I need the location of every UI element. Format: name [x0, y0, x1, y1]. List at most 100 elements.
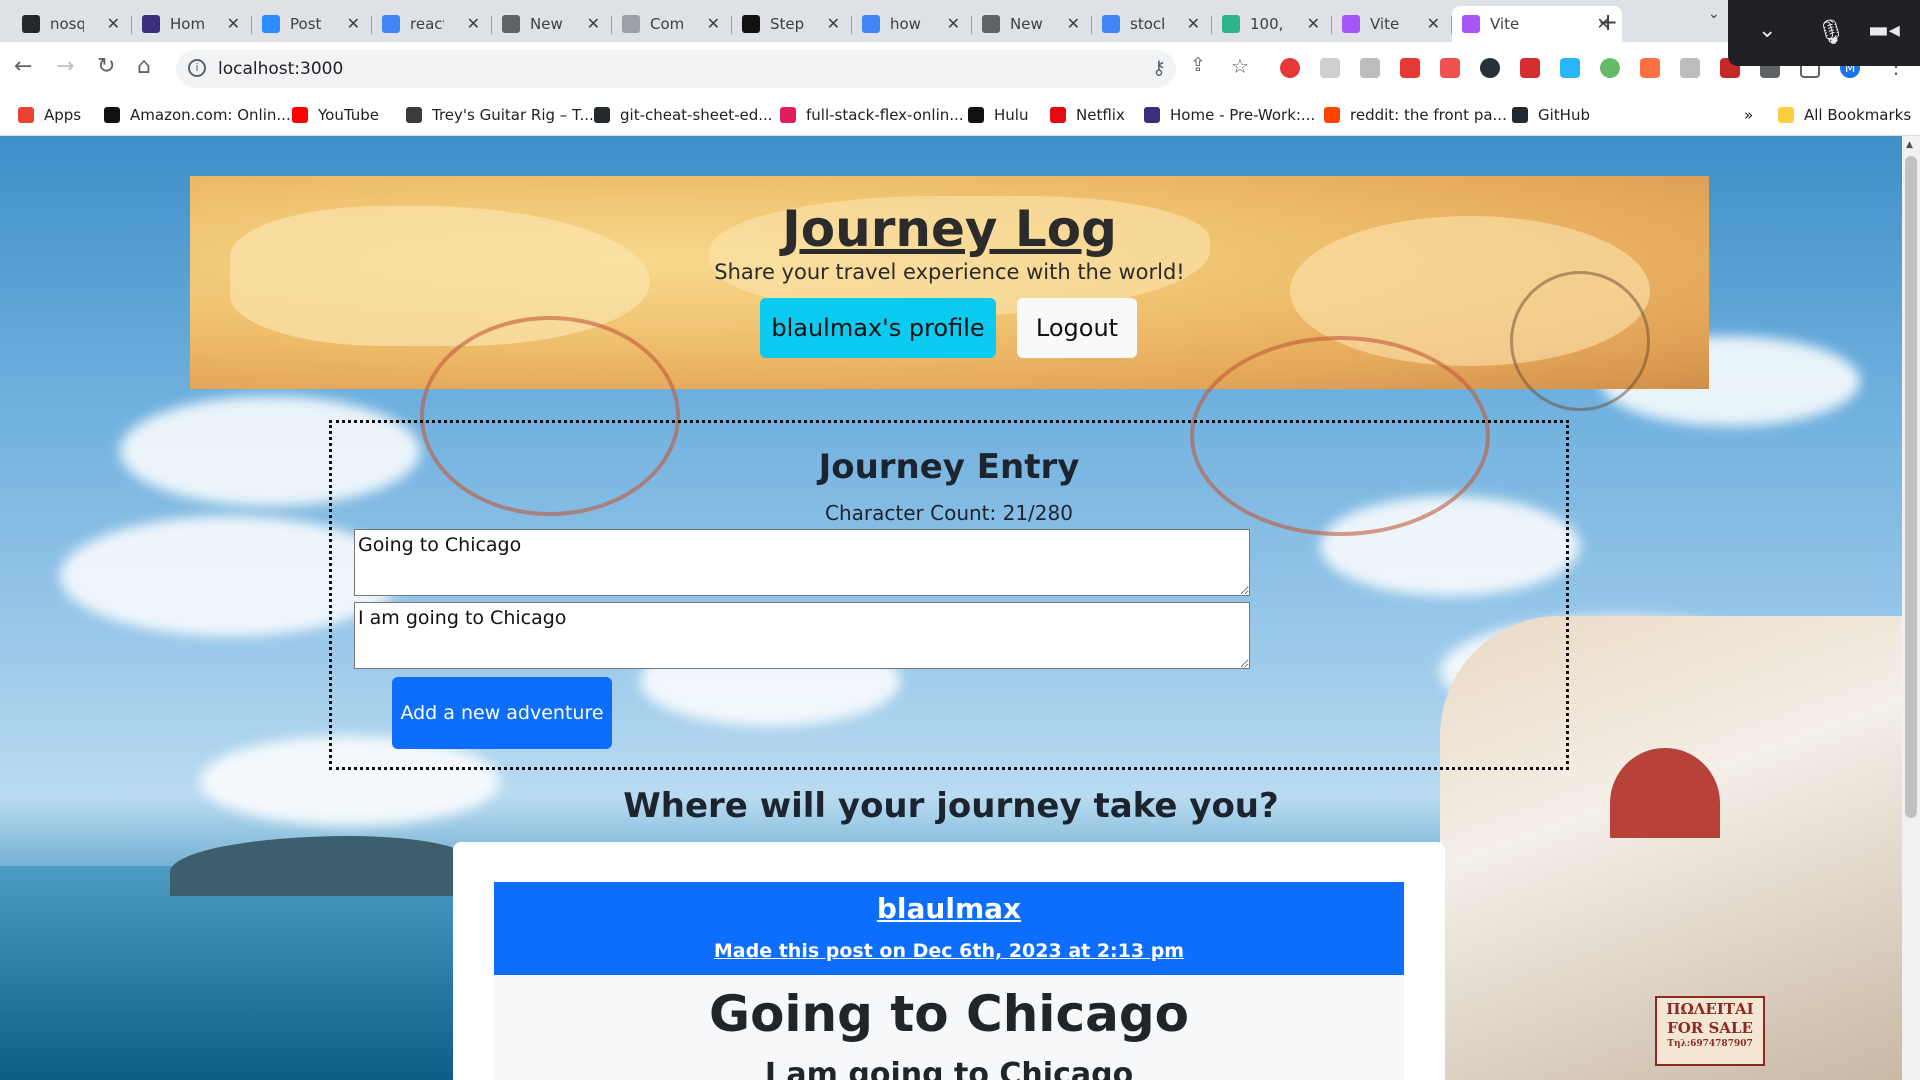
- tab-10[interactable]: 100,0 ✕: [1212, 6, 1332, 42]
- tab-close-icon[interactable]: ✕: [1307, 14, 1320, 33]
- bookmark-label: Hulu: [994, 106, 1029, 124]
- bookmark-item[interactable]: Apps: [18, 106, 81, 124]
- tab-7[interactable]: how t ✕: [852, 6, 972, 42]
- share-icon[interactable]: ⇪: [1190, 54, 1206, 76]
- microphone-icon[interactable]: 🎙: [1816, 18, 1846, 46]
- url-text[interactable]: localhost:3000: [218, 59, 343, 79]
- password-key-icon[interactable]: ⚷: [1152, 57, 1166, 79]
- reload-icon[interactable]: ↻: [97, 54, 115, 79]
- extension-icon[interactable]: [1320, 58, 1340, 78]
- tab-label: how t: [890, 15, 924, 33]
- logout-button[interactable]: Logout: [1017, 298, 1137, 358]
- entry-body-textarea[interactable]: I am going to Chicago: [354, 602, 1250, 669]
- post-username-link[interactable]: blaulmax: [494, 892, 1404, 925]
- shield-extension-icon[interactable]: [1400, 58, 1420, 78]
- tab-9[interactable]: stock ✕: [1092, 6, 1212, 42]
- tab-close-icon[interactable]: ✕: [707, 14, 720, 33]
- tab-0[interactable]: nosql ✕: [12, 6, 132, 42]
- bookmark-label: GitHub: [1538, 106, 1590, 124]
- tab-close-icon[interactable]: ✕: [1427, 14, 1440, 33]
- bookmark-item[interactable]: git-cheat-sheet-ed...: [594, 106, 773, 124]
- google-icon: [1102, 15, 1120, 33]
- bookmarks-overflow-chevron[interactable]: »: [1744, 106, 1753, 124]
- bookmark-item[interactable]: Netflix: [1050, 106, 1125, 124]
- journey-entry-form: Journey Entry Character Count: 21/280 Go…: [329, 420, 1569, 770]
- post-text: I am going to Chicago: [764, 1057, 1134, 1080]
- tab-label: New: [530, 15, 563, 33]
- site-info-icon[interactable]: i: [188, 59, 206, 77]
- bookmark-label: Trey's Guitar Rig – T...: [432, 106, 594, 124]
- video-camera-icon[interactable]: ▬◂: [1868, 18, 1900, 43]
- bookmark-item[interactable]: Hulu: [968, 106, 1028, 124]
- add-adventure-button[interactable]: Add a new adventure: [392, 677, 612, 749]
- tab-4[interactable]: New ✕: [492, 6, 612, 42]
- tab-close-icon[interactable]: ✕: [467, 14, 480, 33]
- tab-close-icon[interactable]: ✕: [1067, 14, 1080, 33]
- media-controls-panel: ⌄ 🎙 ▬◂: [1728, 0, 1920, 66]
- profile-button[interactable]: blaulmax's profile: [760, 298, 996, 358]
- bookmark-item[interactable]: Home - Pre-Work:...: [1144, 106, 1315, 124]
- zoom-icon: [262, 15, 280, 33]
- bookmark-star-icon[interactable]: ☆: [1231, 54, 1249, 78]
- globe-extension-icon[interactable]: [1480, 58, 1500, 78]
- bookmark-item[interactable]: Amazon.com: Onlin...: [104, 106, 291, 124]
- tab-close-icon[interactable]: ✕: [587, 14, 600, 33]
- entry-heading: Journey Entry: [818, 447, 1080, 487]
- address-bar[interactable]: i localhost:3000 ⚷: [176, 50, 1176, 88]
- tab-2[interactable]: Post A ✕: [252, 6, 372, 42]
- notion-icon: [142, 15, 160, 33]
- site-title[interactable]: Journey Log: [190, 200, 1709, 258]
- tab-close-icon[interactable]: ✕: [1187, 14, 1200, 33]
- all-bookmarks-button[interactable]: All Bookmarks: [1778, 106, 1911, 124]
- scroll-up-arrow-icon[interactable]: ▲: [1906, 140, 1913, 150]
- leaf-extension-icon[interactable]: [1680, 58, 1700, 78]
- bookmark-label: Home - Pre-Work:...: [1170, 106, 1316, 124]
- chevron-down-icon[interactable]: ⌄: [1758, 18, 1776, 43]
- tab-close-icon[interactable]: ✕: [827, 14, 840, 33]
- bookmark-item[interactable]: full-stack-flex-onlin...: [780, 106, 964, 124]
- tab-5[interactable]: Comp ✕: [612, 6, 732, 42]
- tab-close-icon[interactable]: ✕: [227, 14, 240, 33]
- tab-8[interactable]: New ✕: [972, 6, 1092, 42]
- pdf-extension-icon[interactable]: [1520, 58, 1540, 78]
- tab-6[interactable]: Step- ✕: [732, 6, 852, 42]
- bookmark-item[interactable]: GitHub: [1512, 106, 1590, 124]
- bookmark-item[interactable]: reddit: the front pa...: [1324, 106, 1507, 124]
- new-tab-button[interactable]: +: [1598, 8, 1618, 36]
- tab-close-icon[interactable]: ✕: [347, 14, 360, 33]
- tab-close-icon[interactable]: ✕: [947, 14, 960, 33]
- all-bookmarks-label: All Bookmarks: [1804, 106, 1912, 124]
- back-arrow-icon[interactable]: ←: [14, 54, 32, 79]
- tab-label: New: [1010, 15, 1043, 33]
- tab-label: Vite: [1370, 15, 1400, 33]
- tab-search-chevron-icon[interactable]: ⌄: [1708, 6, 1720, 22]
- entry-title-textarea[interactable]: Going to Chicago: [354, 529, 1250, 596]
- tab-label: Step-: [770, 15, 804, 33]
- page-scrollbar[interactable]: ▲: [1902, 136, 1920, 1080]
- batman-icon: [742, 15, 760, 33]
- post-date-link[interactable]: Made this post on Dec 6th, 2023 at 2:13 …: [494, 940, 1404, 962]
- camera-extension-icon[interactable]: [1560, 58, 1580, 78]
- tab-label: 100,0: [1250, 15, 1284, 33]
- color-extension-icon[interactable]: [1600, 58, 1620, 78]
- google-icon: [382, 15, 400, 33]
- tab-close-icon[interactable]: ✕: [107, 14, 120, 33]
- css-extension-icon[interactable]: [1360, 58, 1380, 78]
- bookmark-label: Amazon.com: Onlin...: [130, 106, 291, 124]
- tab-3[interactable]: react ✕: [372, 6, 492, 42]
- bookmark-item[interactable]: Trey's Guitar Rig – T...: [406, 106, 594, 124]
- scrollbar-thumb[interactable]: [1905, 156, 1917, 818]
- tab-12[interactable]: Vite ✕: [1452, 6, 1622, 42]
- vite-icon: [1342, 15, 1360, 33]
- forward-arrow-icon[interactable]: →: [56, 54, 74, 79]
- home-icon[interactable]: ⌂: [137, 54, 151, 79]
- tab-1[interactable]: Home ✕: [132, 6, 252, 42]
- browser-tab-strip: nosql✕Home✕Post A✕react✕New✕Comp✕Step-✕h…: [0, 0, 1920, 42]
- tab-11[interactable]: Vite ✕: [1332, 6, 1452, 42]
- opera-extension-icon[interactable]: [1280, 58, 1300, 78]
- pocket-extension-icon[interactable]: [1440, 58, 1460, 78]
- bookmark-item[interactable]: YouTube: [292, 106, 379, 124]
- notion-icon: [1144, 107, 1160, 123]
- youtube-icon: [292, 107, 308, 123]
- arrow-extension-icon[interactable]: [1640, 58, 1660, 78]
